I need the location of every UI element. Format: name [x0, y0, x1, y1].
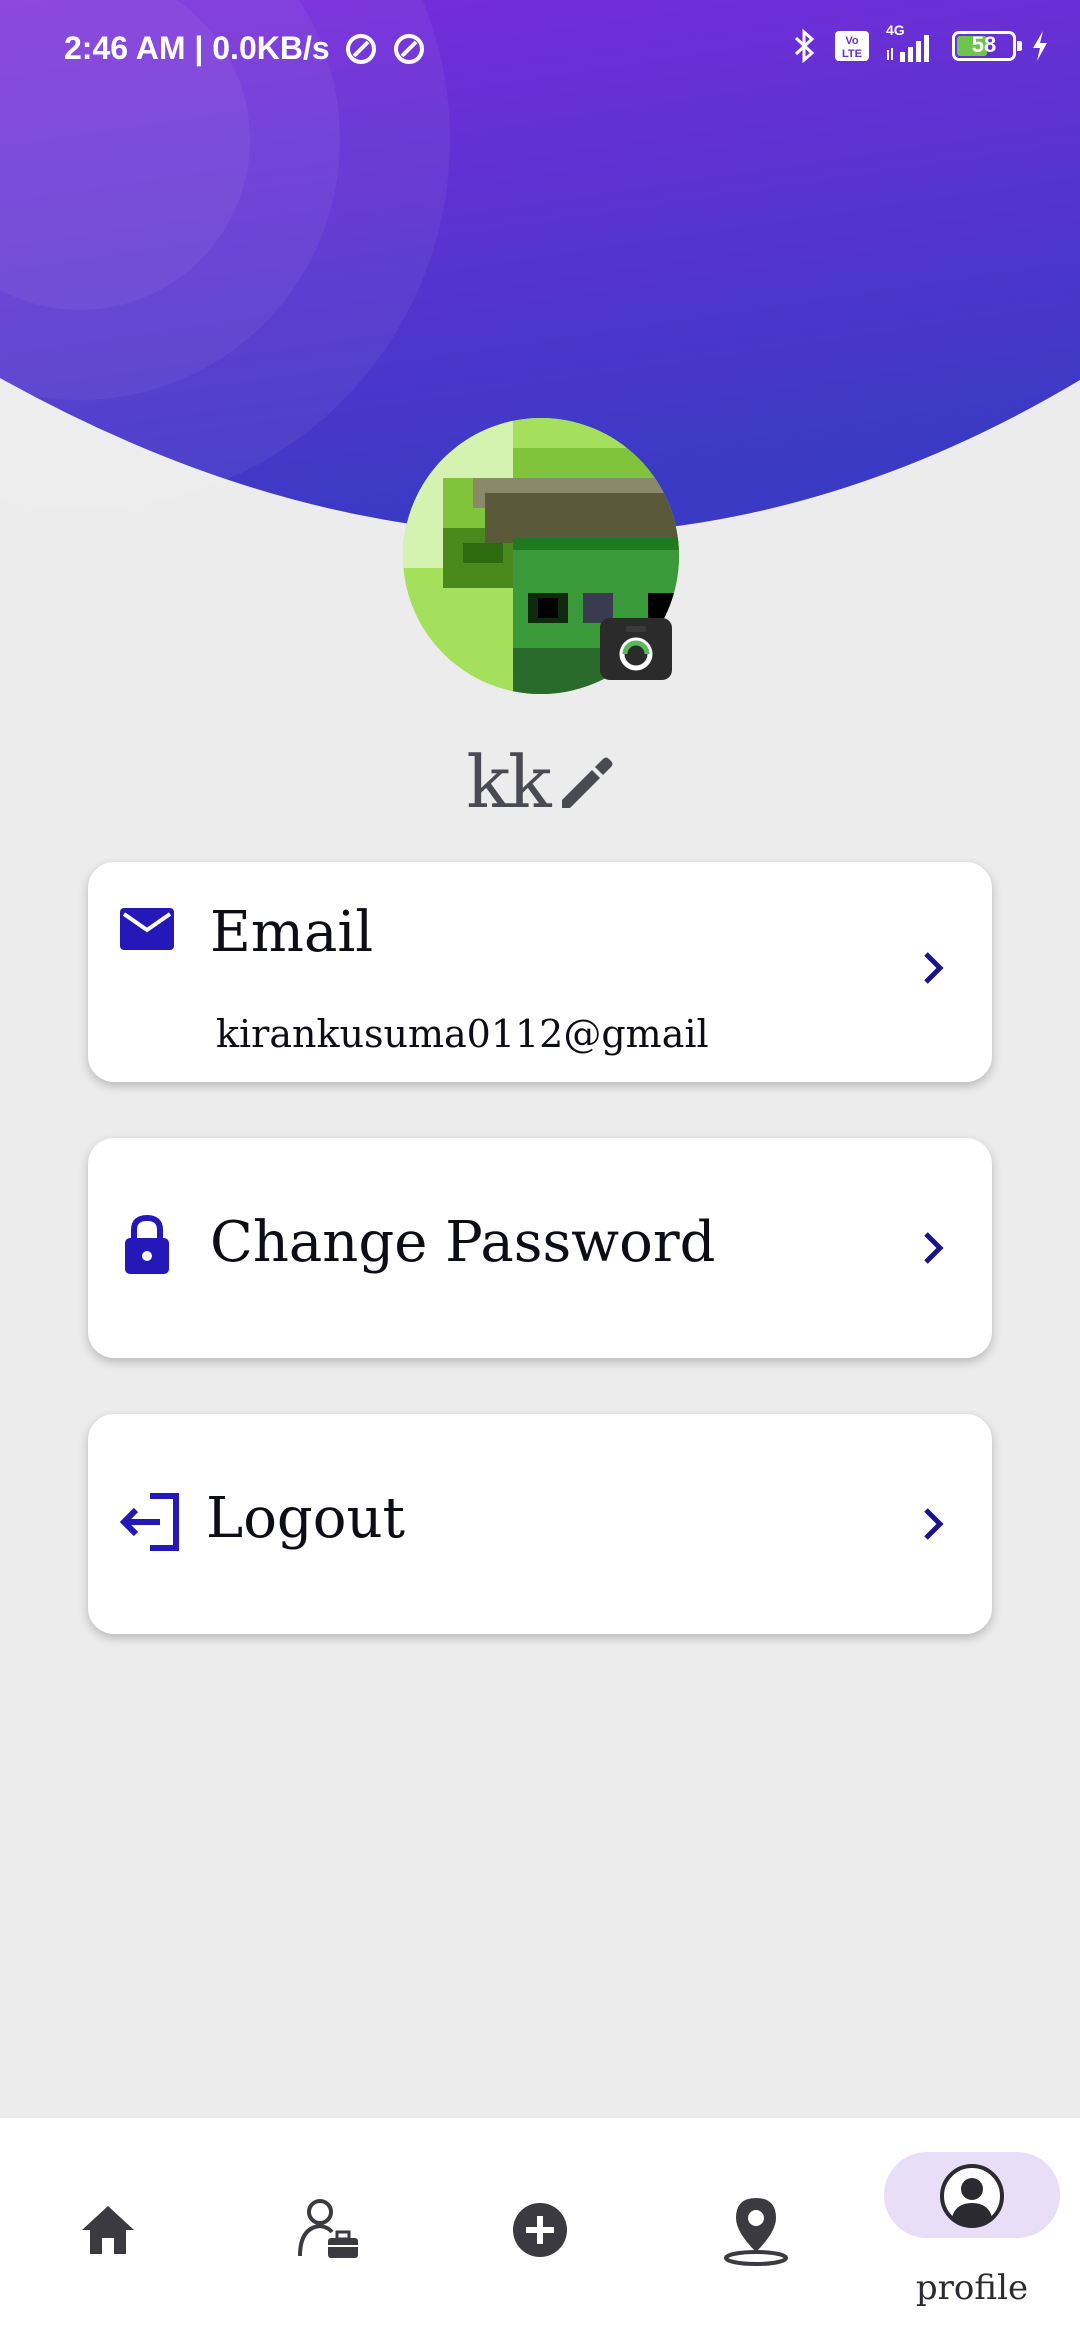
mail-icon [120, 908, 174, 950]
business-person-icon [298, 2199, 358, 2258]
signal-icon [887, 35, 929, 62]
chevron-right-icon [924, 952, 944, 984]
email-title: Email [210, 900, 374, 965]
battery-percent: 58 [971, 32, 997, 57]
nav-profile-label[interactable]: profile [884, 2268, 1060, 2308]
email-value: kirankusuma0112@gmail [216, 1012, 709, 1056]
chevron-right-icon [924, 1508, 944, 1540]
camera-icon [619, 626, 653, 671]
add-circle-icon [513, 2203, 567, 2257]
chevron-right-icon [924, 1232, 944, 1264]
change-password-title: Change Password [210, 1210, 716, 1275]
data-saver-icon-2 [393, 33, 424, 64]
edit-name-icon[interactable] [554, 752, 614, 812]
username-row: kk [0, 740, 1080, 824]
charging-icon [1033, 31, 1047, 61]
change-photo-button[interactable] [600, 618, 672, 680]
status-left: 2:46 AM | 0.0KB/s [64, 30, 426, 67]
nav-location[interactable] [668, 2118, 844, 2340]
signal-4g: 4G [884, 22, 938, 64]
nav-home[interactable] [20, 2118, 196, 2340]
svg-text:Vo: Vo [845, 35, 859, 47]
lock-icon [125, 1214, 169, 1274]
username: kk [466, 740, 551, 824]
nav-profile-active-pill[interactable] [884, 2152, 1060, 2238]
time-and-speed: 2:46 AM | 0.0KB/s [64, 30, 330, 66]
logout-icon [119, 1493, 179, 1551]
location-pin-icon [724, 2198, 788, 2266]
nav-jobs[interactable] [240, 2118, 416, 2340]
battery-nub [1017, 41, 1022, 51]
account-circle-icon [940, 2164, 1004, 2228]
logout-card[interactable]: Logout [88, 1414, 992, 1634]
change-password-card[interactable]: Change Password [88, 1138, 992, 1358]
bottom-navigation: profile [0, 2118, 1080, 2340]
svg-text:LTE: LTE [842, 48, 862, 60]
status-right: Vo LTE 4G 58 [790, 22, 1050, 64]
bluetooth-icon [794, 29, 815, 63]
volte-icon: Vo LTE [835, 31, 869, 61]
status-bar: 2:46 AM | 0.0KB/s Vo LTE 4G 58 [0, 0, 1080, 100]
logout-title: Logout [206, 1486, 406, 1551]
email-card[interactable]: Email kirankusuma0112@gmail [88, 862, 992, 1082]
data-saver-icon [345, 33, 376, 64]
nav-add[interactable] [452, 2118, 628, 2340]
battery-indicator: 58 [952, 31, 1022, 61]
home-icon [82, 2206, 134, 2254]
